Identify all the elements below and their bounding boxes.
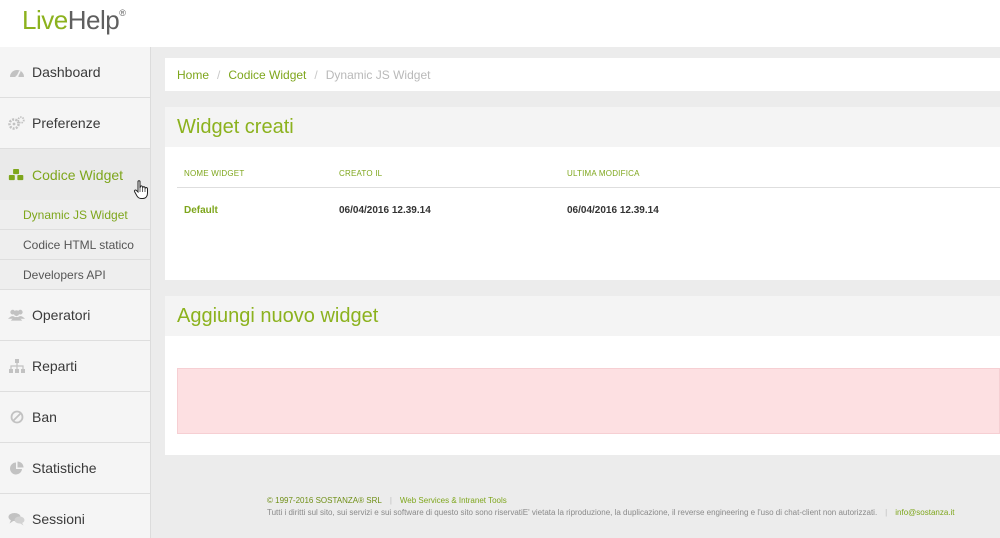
hand-cursor-icon	[133, 180, 149, 200]
sidebar-item-statistiche[interactable]: Statistiche	[0, 443, 150, 494]
widgets-panel-title: Widget creati	[177, 115, 294, 138]
subnav-item-label: Developers API	[23, 267, 106, 282]
column-header-creato-il[interactable]: CREATO IL	[339, 169, 382, 178]
add-widget-panel: Aggiungi nuovo widget	[165, 296, 1000, 455]
add-widget-panel-header: Aggiungi nuovo widget	[165, 296, 1000, 336]
footer-bottom-line: Tutti i diritti sul sito, sui servizi e …	[267, 508, 955, 517]
sidebar-item-reparti[interactable]: Reparti	[0, 341, 150, 392]
sidebar-item-operatori[interactable]: Operatori	[0, 290, 150, 341]
users-icon	[8, 307, 25, 324]
cubes-icon	[8, 166, 25, 183]
logo-help-text: Help	[67, 5, 120, 35]
subnav-item-dynamic-js-widget[interactable]: Dynamic JS Widget	[0, 200, 150, 230]
comments-icon	[8, 511, 25, 528]
table-row[interactable]: Default 06/04/2016 12.39.14 06/04/2016 1…	[177, 188, 1000, 232]
breadcrumb-separator: /	[217, 67, 221, 82]
sidebar-item-codice-widget[interactable]: Codice Widget	[0, 149, 150, 200]
footer-separator: |	[885, 508, 888, 517]
dashboard-icon	[8, 64, 25, 81]
breadcrumb-codice-widget-link[interactable]: Codice Widget	[228, 68, 306, 82]
footer-email-link[interactable]: info@sostanza.it	[895, 508, 954, 517]
subnav-item-codice-html-statico[interactable]: Codice HTML statico	[0, 230, 150, 260]
ban-icon	[8, 409, 25, 426]
widgets-table: NOME WIDGET CREATO IL ULTIMA MODIFICA De…	[177, 161, 1000, 232]
sidebar-item-ban[interactable]: Ban	[0, 392, 150, 443]
sidebar-item-label: Ban	[32, 409, 57, 425]
alert-box	[177, 368, 1000, 434]
sidebar-item-label: Preferenze	[32, 115, 101, 131]
sidebar-item-label: Operatori	[32, 307, 91, 323]
logo-live-text: Live	[22, 5, 68, 35]
sitemap-icon	[8, 358, 25, 375]
sidebar-item-label: Sessioni	[32, 511, 85, 527]
subnav-item-label: Codice HTML statico	[23, 237, 134, 252]
column-header-ultima-modifica[interactable]: ULTIMA MODIFICA	[567, 169, 640, 178]
footer-copyright: © 1997-2016 SOSTANZA® SRL	[267, 496, 382, 505]
add-widget-panel-title: Aggiungi nuovo widget	[177, 304, 379, 327]
livehelp-logo[interactable]: LiveHelp®	[22, 5, 126, 36]
table-header: NOME WIDGET CREATO IL ULTIMA MODIFICA	[177, 161, 1000, 188]
widget-modified-date: 06/04/2016 12.39.14	[567, 205, 659, 216]
widget-created-date: 06/04/2016 12.39.14	[339, 205, 431, 216]
sidebar-item-label: Dashboard	[32, 64, 101, 80]
breadcrumb-separator: /	[314, 67, 318, 82]
footer-rights-text: Tutti i diritti sul sito, sui servizi e …	[267, 508, 878, 517]
sidebar-item-label: Codice Widget	[32, 166, 124, 183]
top-bar: LiveHelp®	[0, 0, 1000, 47]
widgets-panel: Widget creati NOME WIDGET CREATO IL ULTI…	[165, 107, 1000, 280]
footer-top-line: © 1997-2016 SOSTANZA® SRL | Web Services &…	[267, 496, 507, 505]
footer-separator: |	[389, 496, 392, 505]
column-header-nome-widget[interactable]: NOME WIDGET	[184, 169, 244, 178]
breadcrumb-current: Dynamic JS Widget	[325, 67, 431, 82]
sidebar-item-label: Statistiche	[32, 460, 97, 476]
logo-registered-mark: ®	[119, 8, 126, 18]
sidebar-item-sessioni[interactable]: Sessioni	[0, 494, 150, 538]
breadcrumb: Home / Codice Widget / Dynamic JS Widget	[165, 58, 1000, 91]
subnav-item-developers-api[interactable]: Developers API	[0, 260, 150, 290]
breadcrumb-home-link[interactable]: Home	[177, 68, 209, 82]
subnav-item-label: Dynamic JS Widget	[23, 207, 128, 222]
widget-name-link[interactable]: Default	[184, 205, 218, 216]
sidebar-item-label: Reparti	[32, 358, 78, 374]
pie-chart-icon	[8, 460, 25, 477]
footer: © 1997-2016 SOSTANZA® SRL | Web Services &…	[258, 486, 1000, 522]
widgets-panel-header: Widget creati	[165, 107, 1000, 147]
footer-web-services-link[interactable]: Web Services & Intranet Tools	[400, 496, 507, 505]
gears-icon	[8, 115, 25, 132]
sidebar-item-dashboard[interactable]: Dashboard	[0, 47, 150, 98]
sidebar-item-preferenze[interactable]: Preferenze	[0, 98, 150, 149]
sidebar: Dashboard Preferenze Codice Widget Dynam…	[0, 47, 151, 538]
